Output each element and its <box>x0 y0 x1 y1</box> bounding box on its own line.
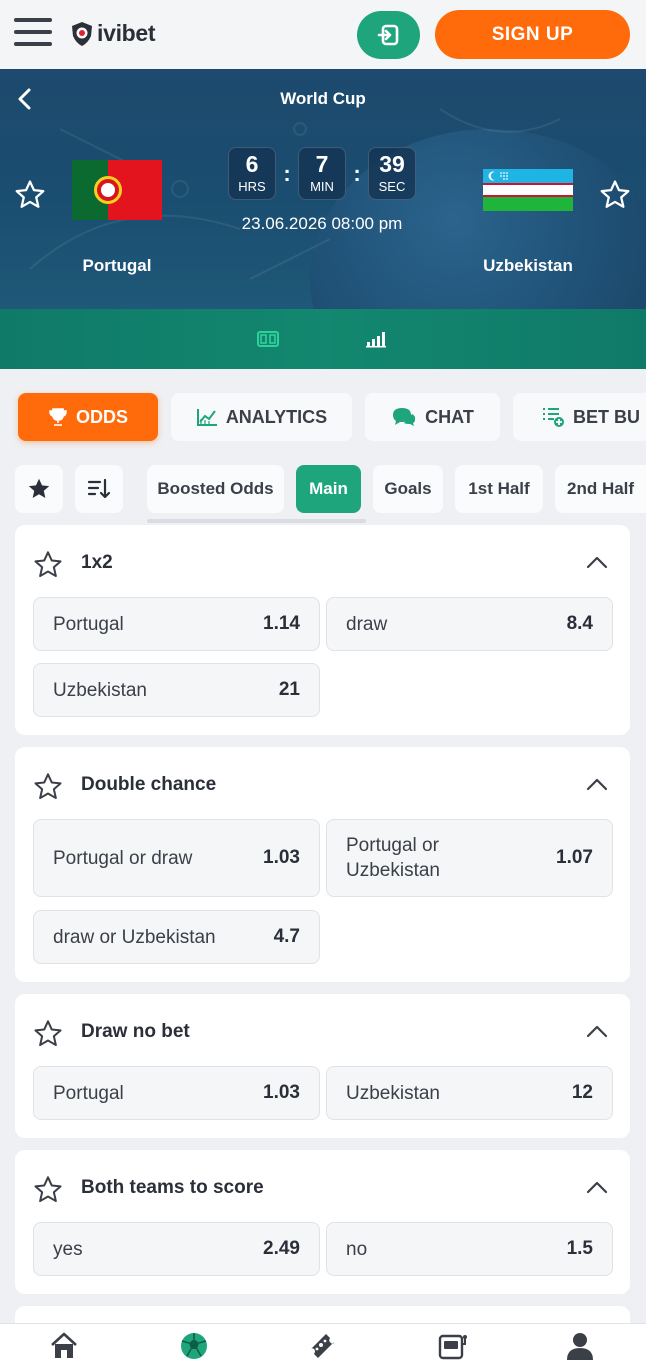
home-team-name: Portugal <box>82 256 152 275</box>
market-header[interactable]: Both teams to score <box>15 1150 630 1222</box>
favorite-away-button[interactable] <box>598 178 632 217</box>
sort-icon <box>87 478 111 499</box>
countdown-seconds: 39 SEC <box>368 147 416 200</box>
star-icon[interactable] <box>32 1174 64 1206</box>
main-tabs: ODDS ANALYTICS CHAT BET BU <box>0 369 646 455</box>
market-double-chance: Double chance Portugal or draw 1.03 Portu… <box>15 747 630 982</box>
market-title: 1x2 <box>81 552 113 573</box>
logo-text: ivibet <box>97 20 156 46</box>
sort-button[interactable] <box>75 465 123 513</box>
filter-scroll-indicator <box>147 519 366 523</box>
chevron-up-icon[interactable] <box>585 553 609 573</box>
match-date: 23.06.2026 08:00 pm <box>241 214 403 233</box>
signup-button[interactable]: SIGN UP <box>435 10 630 59</box>
market-title: Draw no bet <box>81 1021 190 1042</box>
trophy-icon <box>48 407 68 427</box>
scoreboard-icon[interactable] <box>257 330 279 353</box>
market-draw-no-bet: Draw no bet Portugal 1.03 Uzbekistan 12 <box>15 994 630 1138</box>
odd-button[interactable]: no 1.5 <box>326 1222 613 1276</box>
uzbekistan-flag <box>483 169 573 215</box>
star-icon[interactable] <box>32 771 64 803</box>
star-icon <box>15 180 45 208</box>
market-title: Both teams to score <box>81 1177 264 1198</box>
countdown-timer: 6 HRS : 7 MIN : 39 SEC <box>228 147 416 200</box>
filter-2nd-half[interactable]: 2nd Half <box>555 465 646 513</box>
odd-button[interactable]: Portugal 1.14 <box>33 597 320 651</box>
match-subnav <box>0 309 646 369</box>
login-icon <box>377 24 398 46</box>
filter-main[interactable]: Main <box>296 465 361 513</box>
logo-shield-icon <box>72 21 92 46</box>
logo[interactable]: ivibet <box>70 20 156 47</box>
tab-odds[interactable]: ODDS <box>18 393 158 441</box>
filter-1st-half[interactable]: 1st Half <box>455 465 543 513</box>
away-team-name: Uzbekistan <box>483 256 573 275</box>
market-header[interactable]: Draw no bet <box>15 994 630 1066</box>
market-1x2: 1x2 Portugal 1.14 draw 8.4 Uzbekistan 21 <box>15 525 630 735</box>
market-header[interactable]: 1x2 <box>15 525 630 597</box>
slot-machine-icon[interactable] <box>436 1330 468 1367</box>
favorite-home-button[interactable] <box>13 178 47 217</box>
odd-button[interactable]: yes 2.49 <box>33 1222 320 1276</box>
market-filters: Boosted Odds Main Goals 1st Half 2nd Hal… <box>0 455 646 525</box>
ticket-icon[interactable] <box>306 1330 338 1367</box>
login-button[interactable] <box>357 11 420 59</box>
star-icon[interactable] <box>32 1018 64 1050</box>
odd-button[interactable]: draw 8.4 <box>326 597 613 651</box>
portugal-flag <box>72 160 162 220</box>
bet-builder-icon <box>541 406 565 428</box>
match-header: World Cup 6 HRS : 7 MIN: 39 SEC 23.06.2… <box>0 69 646 309</box>
market-header[interactable]: Double chance <box>15 747 630 819</box>
filter-goals[interactable]: Goals <box>373 465 443 513</box>
odd-button[interactable]: Uzbekistan 21 <box>33 663 320 717</box>
favorites-filter-button[interactable] <box>15 465 63 513</box>
top-bar: ivibet SIGN UP <box>0 0 646 69</box>
tab-bet-builder[interactable]: BET BU <box>513 393 646 441</box>
odd-button[interactable]: Uzbekistan 12 <box>326 1066 613 1120</box>
filter-boosted-odds[interactable]: Boosted Odds <box>147 465 284 513</box>
odd-button[interactable]: Portugal 1.03 <box>33 1066 320 1120</box>
chevron-up-icon[interactable] <box>585 1022 609 1042</box>
market-title: Double chance <box>81 774 217 795</box>
chevron-up-icon[interactable] <box>585 775 609 795</box>
odd-button[interactable]: draw or Uzbekistan 4.7 <box>33 910 320 964</box>
profile-icon[interactable] <box>564 1330 596 1367</box>
menu-icon[interactable] <box>14 18 52 50</box>
tab-analytics[interactable]: ANALYTICS <box>171 393 352 441</box>
countdown-hours: 6 HRS <box>228 147 276 200</box>
odd-button[interactable]: Portugal or Uzbekistan 1.07 <box>326 819 613 897</box>
countdown-minutes: 7 MIN <box>298 147 346 200</box>
chevron-up-icon[interactable] <box>585 1178 609 1198</box>
bottom-navigation <box>0 1323 646 1370</box>
star-filled-icon <box>28 478 50 498</box>
chart-line-icon <box>196 407 218 427</box>
stats-bars-icon[interactable] <box>365 330 387 353</box>
tab-chat[interactable]: CHAT <box>365 393 500 441</box>
star-icon[interactable] <box>32 549 64 581</box>
home-icon[interactable] <box>48 1330 80 1367</box>
odd-button[interactable]: Portugal or draw 1.03 <box>33 819 320 897</box>
chat-icon <box>391 406 417 428</box>
soccer-ball-icon[interactable] <box>178 1330 210 1367</box>
star-icon <box>600 180 630 208</box>
tournament-title: World Cup <box>280 89 366 108</box>
market-both-teams-to-score: Both teams to score yes 2.49 no 1.5 <box>15 1150 630 1294</box>
